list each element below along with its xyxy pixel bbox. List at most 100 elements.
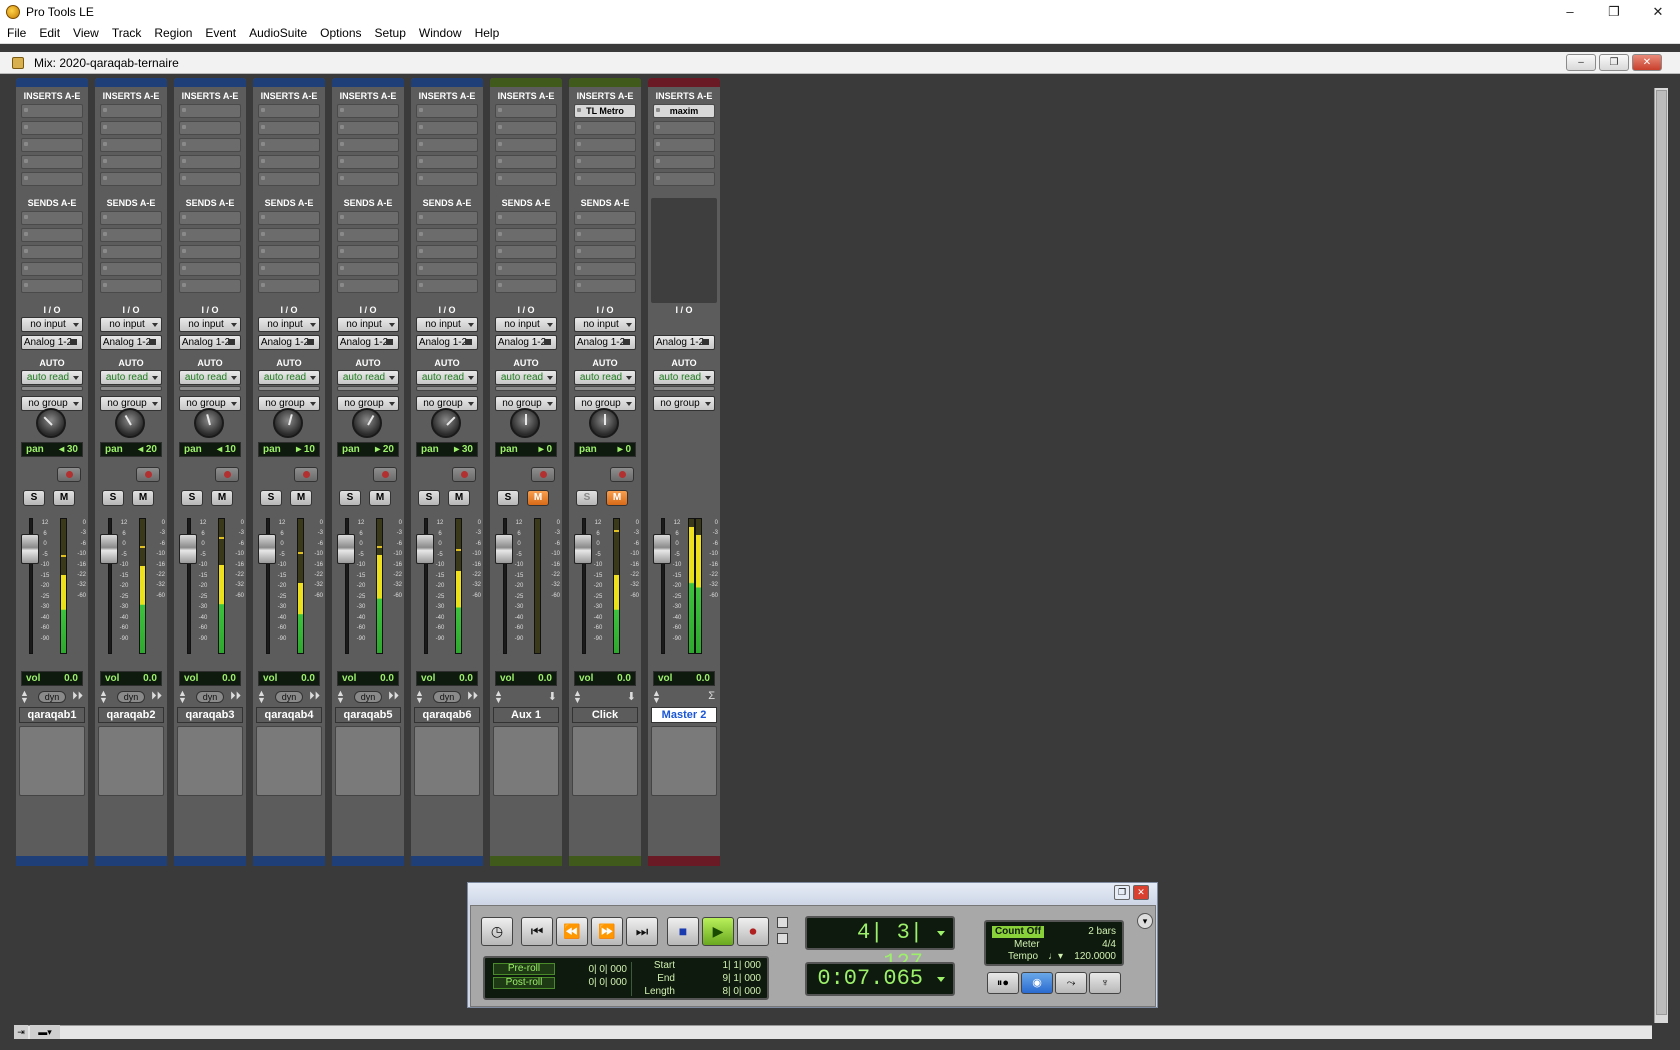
online-button[interactable]: ◷ bbox=[481, 917, 513, 946]
record-enable-button[interactable] bbox=[373, 467, 397, 482]
insert-slot[interactable] bbox=[574, 155, 636, 169]
track-name[interactable]: qaraqab3 bbox=[177, 707, 243, 723]
automation-mode-selector[interactable]: auto read bbox=[179, 370, 241, 385]
menu-event[interactable]: Event bbox=[198, 26, 242, 40]
metronome-button[interactable]: ◉ bbox=[1021, 972, 1053, 994]
mix-restore-button[interactable]: ❐ bbox=[1599, 54, 1629, 71]
pan-display[interactable]: pan ▸ 30 bbox=[416, 442, 478, 457]
insert-slot[interactable] bbox=[653, 172, 715, 186]
send-slot[interactable] bbox=[179, 228, 241, 242]
start-value[interactable]: 1| 1| 000 bbox=[705, 960, 761, 971]
volume-display[interactable]: vol 0.0 bbox=[495, 671, 557, 686]
insert-slot-plugin[interactable]: TL Metro bbox=[574, 104, 636, 118]
menu-window[interactable]: Window bbox=[412, 26, 468, 40]
mix-close-button[interactable]: ✕ bbox=[1632, 54, 1662, 71]
send-slot[interactable] bbox=[574, 245, 636, 259]
insert-slot[interactable] bbox=[179, 172, 241, 186]
dyn-button[interactable]: dyn bbox=[275, 691, 303, 703]
insert-slot[interactable] bbox=[495, 155, 557, 169]
track-height-arrows-icon[interactable]: ▲ ▼ bbox=[415, 689, 424, 705]
menu-setup[interactable]: Setup bbox=[368, 26, 412, 40]
expand-transport-icon[interactable]: ▾ bbox=[1137, 913, 1153, 929]
meter-value[interactable]: 4/4 bbox=[1102, 939, 1116, 950]
transport-close-icon[interactable]: ✕ bbox=[1133, 885, 1149, 900]
pan-display[interactable]: pan ◂ 10 bbox=[179, 442, 241, 457]
send-slot[interactable] bbox=[337, 211, 399, 225]
send-slot[interactable] bbox=[337, 228, 399, 242]
insert-slot[interactable] bbox=[258, 121, 320, 135]
insert-slot[interactable] bbox=[179, 155, 241, 169]
insert-slot[interactable] bbox=[337, 104, 399, 118]
postroll-toggle[interactable]: Post-roll bbox=[493, 977, 555, 989]
automation-mode-selector[interactable]: auto read bbox=[258, 370, 320, 385]
count-off-toggle[interactable]: Count Off bbox=[992, 926, 1044, 938]
volume-display[interactable]: vol 0.0 bbox=[21, 671, 83, 686]
insert-slot[interactable] bbox=[574, 172, 636, 186]
track-name[interactable]: qaraqab6 bbox=[414, 707, 480, 723]
minimize-button[interactable]: – bbox=[1548, 0, 1592, 23]
send-slot[interactable] bbox=[495, 279, 557, 293]
volume-display[interactable]: vol 0.0 bbox=[653, 671, 715, 686]
timebase-icon[interactable]: ⏵⏵ bbox=[230, 690, 241, 703]
dyn-button[interactable]: dyn bbox=[196, 691, 224, 703]
record-enable-button[interactable] bbox=[57, 467, 81, 482]
track-name[interactable]: qaraqab1 bbox=[19, 707, 85, 723]
pan-knob[interactable] bbox=[510, 408, 540, 438]
play-button[interactable]: ▶ bbox=[702, 917, 734, 946]
pan-knob[interactable] bbox=[589, 408, 619, 438]
comments-box[interactable] bbox=[335, 726, 401, 796]
volume-display[interactable]: vol 0.0 bbox=[179, 671, 241, 686]
insert-slot[interactable] bbox=[574, 121, 636, 135]
tempo-value[interactable]: 120.0000 bbox=[1074, 951, 1116, 962]
output-selector[interactable]: Analog 1-2 bbox=[21, 335, 83, 350]
send-slot[interactable] bbox=[337, 262, 399, 276]
output-selector[interactable]: Analog 1-2 bbox=[258, 335, 320, 350]
solo-button[interactable]: S bbox=[497, 490, 519, 506]
send-slot[interactable] bbox=[416, 262, 478, 276]
volume-fader-handle[interactable] bbox=[653, 534, 671, 564]
track-height-arrows-icon[interactable]: ▲ ▼ bbox=[178, 689, 187, 705]
track-height-arrows-icon[interactable]: ▲ ▼ bbox=[20, 689, 29, 705]
mute-button[interactable]: M bbox=[369, 490, 391, 506]
pan-knob[interactable] bbox=[115, 408, 145, 438]
input-selector[interactable]: no input bbox=[179, 317, 241, 332]
insert-slot[interactable] bbox=[100, 121, 162, 135]
send-slot[interactable] bbox=[258, 262, 320, 276]
volume-fader-handle[interactable] bbox=[258, 534, 276, 564]
timebase-icon[interactable]: ⏵⏵ bbox=[388, 690, 399, 703]
track-name[interactable]: qaraqab2 bbox=[98, 707, 164, 723]
solo-button[interactable]: S bbox=[576, 490, 598, 506]
insert-slot[interactable] bbox=[574, 138, 636, 152]
insert-slot[interactable] bbox=[337, 172, 399, 186]
solo-button[interactable]: S bbox=[102, 490, 124, 506]
count-off-bars[interactable]: 2 bars bbox=[1088, 926, 1116, 937]
output-selector[interactable]: Analog 1-2 bbox=[337, 335, 399, 350]
close-button[interactable]: ✕ bbox=[1636, 0, 1680, 23]
comments-box[interactable] bbox=[572, 726, 638, 796]
output-selector[interactable]: Analog 1-2 bbox=[574, 335, 636, 350]
send-slot[interactable] bbox=[21, 279, 83, 293]
insert-slot[interactable] bbox=[21, 104, 83, 118]
send-slot[interactable] bbox=[495, 211, 557, 225]
main-counter[interactable]: 4| 3| 127 bbox=[805, 916, 955, 975]
dyn-button[interactable]: dyn bbox=[117, 691, 145, 703]
input-selector[interactable]: no input bbox=[337, 317, 399, 332]
insert-slot[interactable] bbox=[21, 121, 83, 135]
automation-mode-selector[interactable]: auto read bbox=[416, 370, 478, 385]
insert-slot[interactable] bbox=[337, 121, 399, 135]
insert-slot[interactable] bbox=[653, 121, 715, 135]
send-slot[interactable] bbox=[100, 211, 162, 225]
mute-button[interactable]: M bbox=[448, 490, 470, 506]
send-slot[interactable] bbox=[21, 245, 83, 259]
merge-button[interactable]: ⤳ bbox=[1055, 972, 1087, 994]
send-slot[interactable] bbox=[258, 228, 320, 242]
send-slot[interactable] bbox=[179, 262, 241, 276]
dyn-button[interactable]: dyn bbox=[38, 691, 66, 703]
comments-box[interactable] bbox=[414, 726, 480, 796]
record-enable-button[interactable] bbox=[531, 467, 555, 482]
loop-toggle-icon[interactable] bbox=[777, 917, 788, 928]
pan-display[interactable]: pan ▸ 20 bbox=[337, 442, 399, 457]
record-enable-button[interactable] bbox=[452, 467, 476, 482]
dyn-button[interactable]: dyn bbox=[433, 691, 461, 703]
pan-display[interactable]: pan ▸ 0 bbox=[574, 442, 636, 457]
